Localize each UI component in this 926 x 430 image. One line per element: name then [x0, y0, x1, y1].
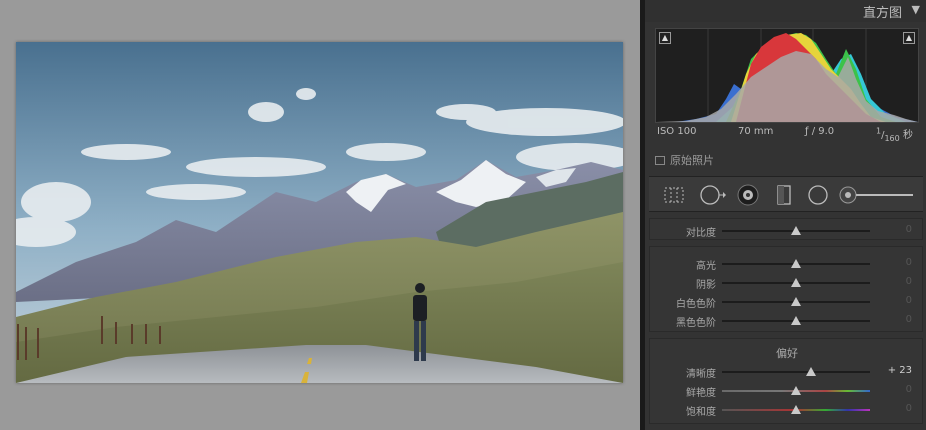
slider-label: 白色色阶 — [676, 299, 716, 310]
histogram-graph — [656, 29, 918, 122]
exif-aperture: ƒ / 9.0 — [805, 126, 835, 137]
slider-label: 黑色色阶 — [676, 318, 716, 329]
slider-knob[interactable] — [806, 367, 816, 376]
presence-title: 偏好 — [776, 347, 798, 360]
slider-label: 饱和度 — [686, 407, 716, 418]
histogram-header[interactable]: 直方图 ▼ — [645, 0, 926, 22]
shadow-clipping-icon[interactable]: ▲ — [659, 32, 671, 44]
slider-knob[interactable] — [791, 259, 801, 268]
original-photo-label: 原始照片 — [670, 154, 714, 167]
slider-label: 鲜艳度 — [686, 388, 716, 399]
slider-knob[interactable] — [791, 226, 801, 235]
slider-blacks[interactable]: 黑色色阶 0 — [650, 312, 924, 330]
histogram[interactable]: ▲ ▲ — [655, 28, 919, 123]
landscape-photo — [16, 42, 623, 383]
tool-strip — [649, 176, 923, 212]
original-photo-toggle[interactable]: 原始照片 — [655, 152, 714, 168]
slider-knob[interactable] — [791, 297, 801, 306]
slider-value[interactable]: 0 — [906, 384, 912, 395]
slider-whites[interactable]: 白色色阶 0 — [650, 293, 924, 311]
tone-section: 高光 0 阴影 0 白色色阶 0 黑色色阶 0 — [649, 246, 923, 332]
adjustment-brush-icon[interactable] — [839, 184, 915, 206]
tone-top-section: 对比度 0 — [649, 218, 923, 240]
slider-track[interactable] — [722, 371, 870, 373]
slider-value[interactable]: 0 — [906, 257, 912, 268]
exif-iso: ISO 100 — [657, 126, 697, 137]
photo-preview[interactable] — [16, 42, 623, 383]
original-photo-checkbox[interactable] — [655, 156, 665, 165]
triangle-down-icon[interactable]: ▼ — [912, 3, 920, 16]
slider-knob[interactable] — [791, 316, 801, 325]
slider-knob[interactable] — [791, 278, 801, 287]
slider-value[interactable]: 0 — [906, 224, 912, 235]
slider-label: 对比度 — [686, 228, 716, 239]
slider-knob[interactable] — [791, 405, 801, 414]
slider-value[interactable]: + 23 — [888, 365, 912, 376]
slider-clarity[interactable]: 清晰度 + 23 — [650, 363, 924, 381]
slider-highlights[interactable]: 高光 0 — [650, 255, 924, 273]
slider-contrast[interactable]: 对比度 0 — [650, 222, 924, 240]
exif-focal-length: 70 mm — [738, 126, 774, 137]
graduated-filter-icon[interactable] — [773, 184, 795, 206]
slider-saturation[interactable]: 饱和度 0 — [650, 401, 924, 419]
crop-overlay-icon[interactable] — [663, 184, 685, 206]
exif-shutter: 1/160 秒 — [876, 126, 913, 143]
develop-panel: 直方图 ▼ ▲ ▲ ISO 100 70 mm ƒ / 9.0 1/160 秒 … — [645, 0, 926, 430]
photo-canvas[interactable] — [0, 0, 640, 430]
slider-label: 高光 — [696, 261, 716, 272]
slider-value[interactable]: 0 — [906, 295, 912, 306]
slider-knob[interactable] — [791, 386, 801, 395]
slider-label: 清晰度 — [686, 369, 716, 380]
histogram-title: 直方图 — [862, 6, 902, 21]
slider-value[interactable]: 0 — [906, 276, 912, 287]
spot-removal-icon[interactable] — [699, 184, 727, 206]
slider-value[interactable]: 0 — [906, 403, 912, 414]
slider-shadows[interactable]: 阴影 0 — [650, 274, 924, 292]
presence-section: 偏好 清晰度 + 23 鲜艳度 0 饱和度 0 — [649, 338, 923, 424]
radial-filter-icon[interactable] — [807, 184, 829, 206]
slider-vibrance[interactable]: 鲜艳度 0 — [650, 382, 924, 400]
slider-value[interactable]: 0 — [906, 314, 912, 325]
highlight-clipping-icon[interactable]: ▲ — [903, 32, 915, 44]
red-eye-icon[interactable] — [737, 184, 759, 206]
slider-label: 阴影 — [696, 280, 716, 291]
